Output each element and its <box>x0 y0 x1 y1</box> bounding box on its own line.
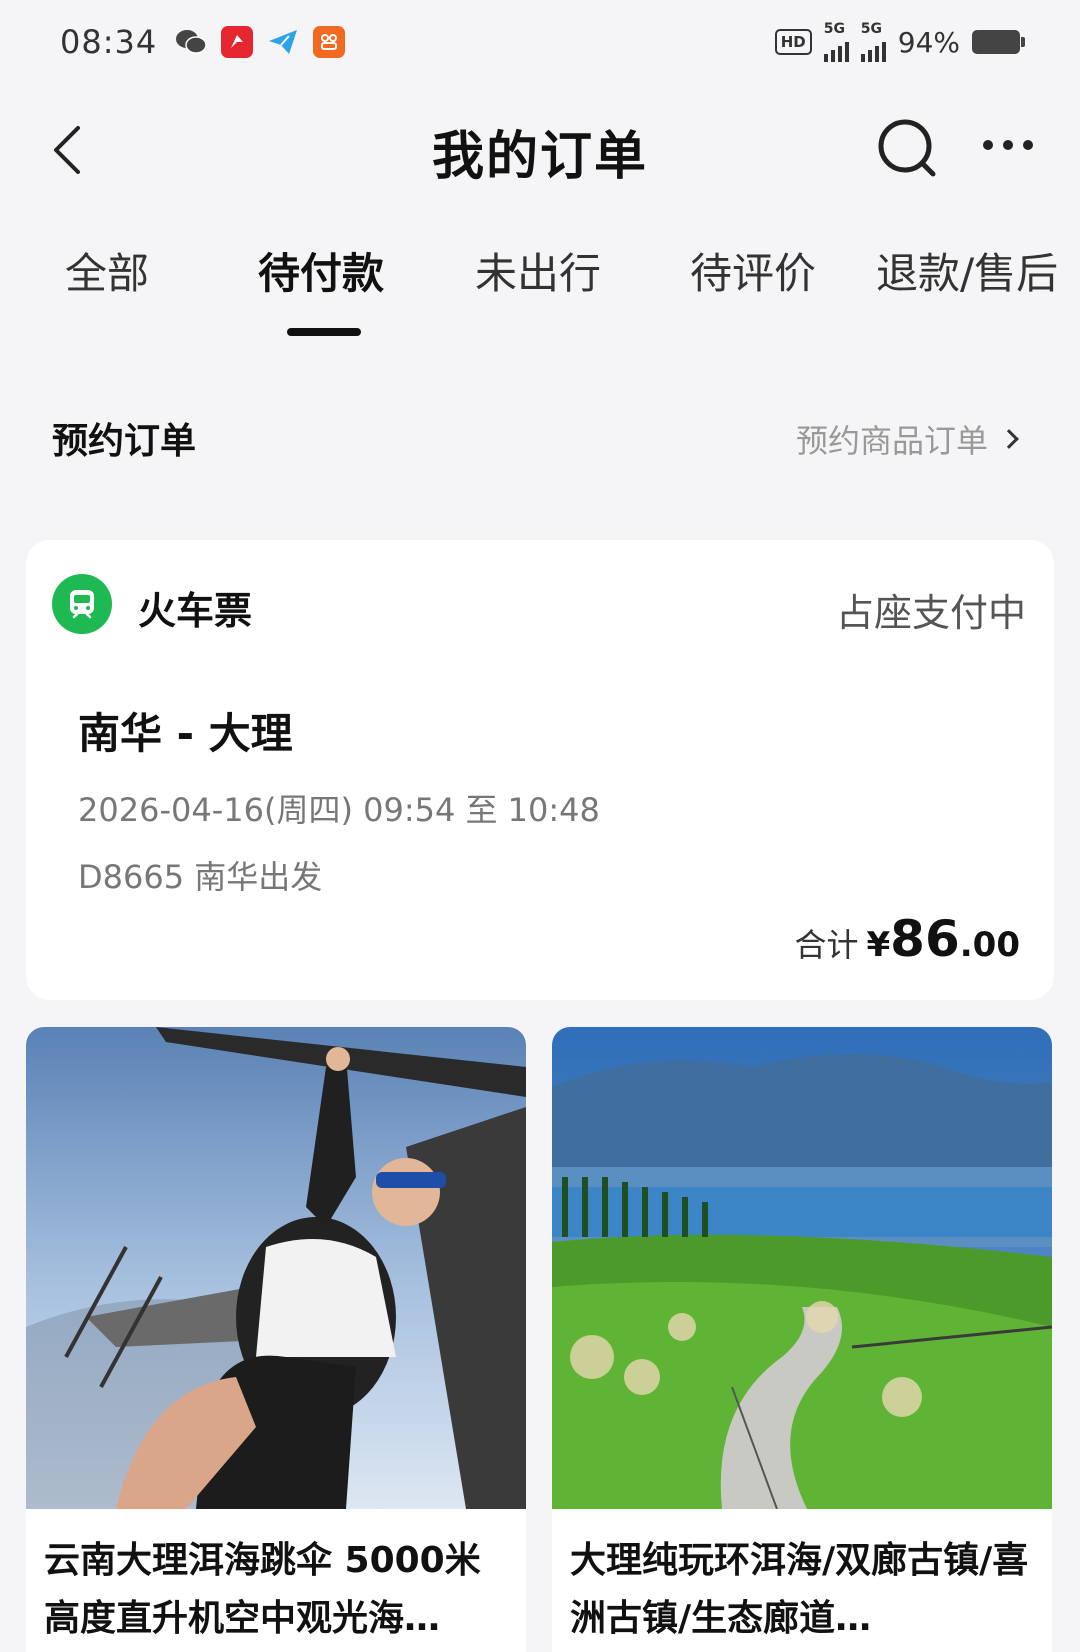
total-label: 合计 <box>794 926 859 964</box>
app-red-icon <box>221 26 254 58</box>
product-card[interactable]: 大理纯玩环洱海/双廊古镇/喜洲古镇/生态廊道… <box>552 1027 1052 1652</box>
battery-percentage: 94% <box>897 25 960 59</box>
order-category: 火车票 <box>138 589 253 633</box>
network-type-1: 5G <box>823 21 845 37</box>
product-title: 大理纯玩环洱海/双廊古镇/喜洲古镇/生态廊道… <box>570 1540 1029 1639</box>
active-tab-indicator <box>287 328 361 336</box>
chevron-right-icon <box>999 429 1019 449</box>
order-card[interactable]: 火车票 占座支付中 南华 - 大理 2026-04-16(周四) 09:54 至… <box>26 540 1054 1000</box>
telegram-icon <box>267 26 299 58</box>
order-total: 合计 ¥ 86 .00 <box>794 910 1020 968</box>
section-header: 预约订单 预约商品订单 <box>52 412 1028 472</box>
status-indicators: HD 5G 5G 94% <box>774 21 1025 62</box>
product-title: 云南大理洱海跳伞 5000米高度直升机空中观光海… <box>44 1540 481 1639</box>
more-dots-icon <box>983 140 1033 150</box>
signal-2: 5G <box>860 21 886 62</box>
total-amount-decimal: .00 <box>959 925 1020 965</box>
search-icon <box>878 119 936 177</box>
signal-bars-icon <box>860 36 886 62</box>
product-image-skydiving <box>26 1027 526 1509</box>
total-currency: ¥ <box>866 925 891 965</box>
order-route: 南华 - 大理 <box>78 709 293 758</box>
notification-icons <box>175 26 346 58</box>
app-orange-icon <box>313 26 346 58</box>
tab-not-traveled[interactable]: 未出行 <box>475 240 601 301</box>
order-train-number: D8665 南华出发 <box>78 858 323 896</box>
wechat-icon <box>175 26 207 58</box>
search-button[interactable] <box>875 116 941 182</box>
section-title: 预约订单 <box>52 421 197 462</box>
signal-bars-icon <box>823 36 849 62</box>
order-tabs: 全部 待付款 未出行 待评价 退款/售后 <box>0 240 1080 340</box>
signal-1: 5G <box>823 21 849 62</box>
status-bar: 08:34 HD 5G 5G 94% <box>0 0 1080 84</box>
tab-pending-payment[interactable]: 待付款 <box>258 240 384 301</box>
product-image-erhai <box>552 1027 1052 1509</box>
reservation-orders-link-label: 预约商品订单 <box>795 422 988 460</box>
nav-bar: 我的订单 <box>0 90 1080 210</box>
order-time: 2026-04-16(周四) 09:54 至 10:48 <box>78 791 600 829</box>
tab-refund-aftersale[interactable]: 退款/售后 <box>876 240 1058 301</box>
network-type-2: 5G <box>860 21 882 37</box>
more-button[interactable] <box>980 130 1040 160</box>
tab-pending-review[interactable]: 待评价 <box>690 240 816 301</box>
total-amount-integer: 86 <box>890 910 960 968</box>
status-time: 08:34 <box>60 23 158 61</box>
tab-all[interactable]: 全部 <box>65 240 149 301</box>
order-status: 占座支付中 <box>835 591 1026 635</box>
reservation-orders-link[interactable]: 预约商品订单 <box>796 416 1028 462</box>
hd-indicator: HD <box>774 29 812 55</box>
train-icon <box>52 574 112 634</box>
product-card[interactable]: 云南大理洱海跳伞 5000米高度直升机空中观光海… <box>26 1027 526 1652</box>
battery-icon <box>972 30 1025 54</box>
